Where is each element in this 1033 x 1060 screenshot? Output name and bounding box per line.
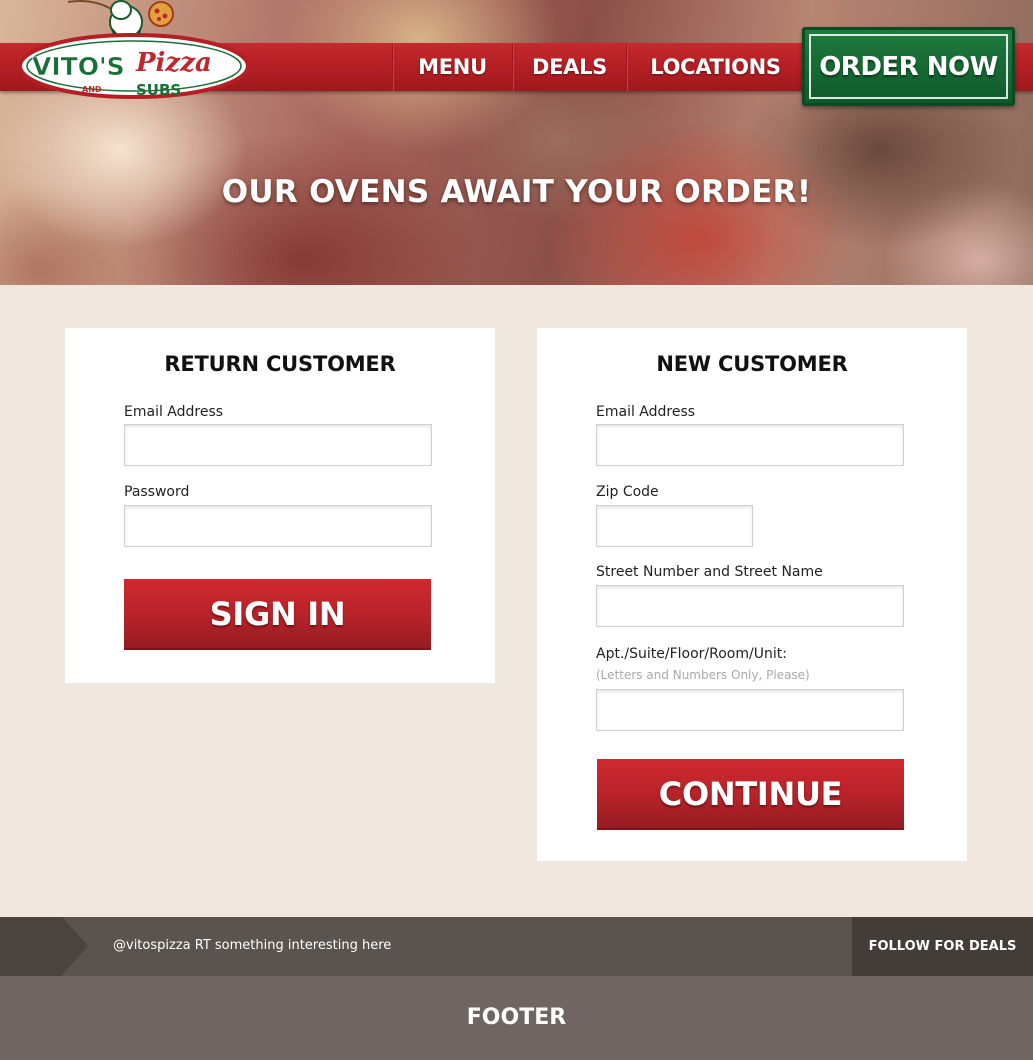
return-email-input[interactable] xyxy=(124,424,432,466)
logo-vitos-text: VITO'S xyxy=(32,52,125,81)
logo-subs-text: SUBS xyxy=(136,81,181,99)
apt-input[interactable] xyxy=(596,689,904,731)
return-customer-title: RETURN CUSTOMER xyxy=(164,352,396,376)
sign-in-button[interactable]: SIGN IN xyxy=(124,579,431,650)
tweet-text[interactable]: @vitospizza RT something interesting her… xyxy=(113,938,391,953)
return-password-input[interactable] xyxy=(124,505,432,547)
apt-hint: (Letters and Numbers Only, Please) xyxy=(596,668,810,682)
zip-code-input[interactable] xyxy=(596,505,753,547)
footer-title: FOOTER xyxy=(466,1005,567,1030)
new-customer-title: NEW CUSTOMER xyxy=(656,352,848,376)
nav-locations-link[interactable]: LOCATIONS xyxy=(626,43,804,91)
street-input[interactable] xyxy=(596,585,904,627)
return-password-label: Password xyxy=(124,484,190,500)
zip-code-label: Zip Code xyxy=(596,484,659,500)
nav-menu-link[interactable]: MENU xyxy=(392,43,512,91)
street-label: Street Number and Street Name xyxy=(596,564,823,580)
order-now-button[interactable]: ORDER NOW xyxy=(802,27,1015,106)
return-email-label: Email Address xyxy=(124,404,224,420)
logo-and-text: AND xyxy=(82,85,102,94)
nav-deals-link[interactable]: DEALS xyxy=(512,43,626,91)
continue-button[interactable]: CONTINUE xyxy=(597,759,904,830)
vitos-logo[interactable]: VITO'S Pizza AND SUBS xyxy=(18,0,254,100)
apt-label: Apt./Suite/Floor/Room/Unit: xyxy=(596,646,787,662)
new-email-input[interactable] xyxy=(596,424,904,466)
new-email-label: Email Address xyxy=(596,404,696,420)
logo-pizza-text: Pizza xyxy=(135,48,212,78)
follow-for-deals-button[interactable]: FOLLOW FOR DEALS xyxy=(852,917,1033,976)
twitter-arrow-icon xyxy=(62,917,88,975)
twitter-arrow-block xyxy=(0,917,62,976)
order-now-label: ORDER NOW xyxy=(809,34,1008,99)
hero-title: OUR OVENS AWAIT YOUR ORDER! xyxy=(221,174,812,210)
